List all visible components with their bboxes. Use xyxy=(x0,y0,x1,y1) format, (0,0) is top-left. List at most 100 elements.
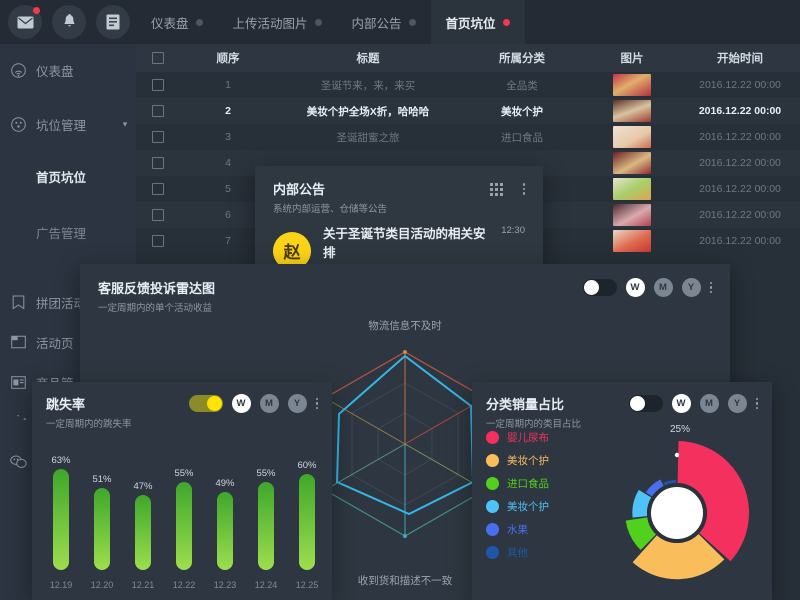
range-button-m[interactable]: M xyxy=(259,394,279,413)
row-checkbox[interactable] xyxy=(136,209,180,221)
bar-column: 60% xyxy=(292,460,322,570)
mail-icon-button[interactable] xyxy=(8,5,42,39)
pie-callout-marker xyxy=(674,452,680,458)
cell-start-time: 2016.12.22 00:00 xyxy=(699,209,781,221)
radar-card-title: 客服反馈投诉雷达图 xyxy=(98,281,216,296)
tab-close-dot-icon[interactable] xyxy=(502,18,510,26)
refresh-icon xyxy=(0,414,36,430)
range-button-y[interactable]: Y xyxy=(681,278,701,297)
column-header-category: 所属分类 xyxy=(499,53,545,65)
bar[interactable] xyxy=(53,469,69,570)
bounce-card-subtitle: 一定周期内的跳失率 xyxy=(46,419,132,430)
bar-value-label: 49% xyxy=(215,478,235,489)
bar-chart: 63% 51% 47% 55% 49% 55% 60% xyxy=(46,430,322,570)
bar-column: 55% xyxy=(251,468,281,570)
bar[interactable] xyxy=(94,488,110,570)
bar-value-label: 63% xyxy=(51,455,71,466)
bar[interactable] xyxy=(135,495,151,570)
tab-upload-activity-image[interactable]: 上传活动图片 xyxy=(218,0,337,44)
row-checkbox[interactable] xyxy=(136,131,180,143)
bar-value-label: 47% xyxy=(133,481,153,492)
more-options-icon[interactable] xyxy=(709,281,712,294)
document-icon-button[interactable] xyxy=(96,5,130,39)
tab-internal-announcement[interactable]: 内部公告 xyxy=(337,0,431,44)
table-row[interactable]: 1 圣诞节来，来，来买 全品类 2016.12.22 00:00 xyxy=(136,72,800,98)
bounce-toggle-switch[interactable] xyxy=(188,395,223,412)
bell-icon-button[interactable] xyxy=(52,5,86,39)
sidebar-item-label: 仪表盘 xyxy=(36,64,74,79)
more-options-icon[interactable] xyxy=(755,397,758,410)
more-options-icon[interactable] xyxy=(315,397,318,410)
range-button-m[interactable]: M xyxy=(653,278,673,297)
bar-x-label: 12.24 xyxy=(254,580,278,590)
mail-icon xyxy=(17,16,33,28)
legend-item[interactable]: 美妆个护 xyxy=(486,453,549,468)
sidebar-item-label: 首页坑位 xyxy=(36,170,87,185)
bar-column: 49% xyxy=(210,478,240,570)
bookmark-icon xyxy=(0,295,36,310)
column-header-image: 图片 xyxy=(620,53,644,65)
range-button-w[interactable]: W xyxy=(671,394,691,413)
table-row[interactable]: 2 美妆个护全场X折，哈哈哈 美妆个护 2016.12.22 00:00 xyxy=(136,98,800,124)
legend-item[interactable]: 婴儿尿布 xyxy=(486,430,549,445)
row-checkbox[interactable] xyxy=(136,105,180,117)
row-checkbox[interactable] xyxy=(136,235,180,247)
legend-item[interactable]: 水果 xyxy=(486,522,549,537)
table-row[interactable]: 3 圣诞甜蜜之旅 进口食品 2016.12.22 00:00 xyxy=(136,124,800,150)
sidebar-item-ad-management[interactable]: 广告管理 xyxy=(0,212,136,252)
legend-item[interactable]: 进口食品 xyxy=(486,476,549,491)
cell-image xyxy=(584,204,680,226)
legend-item[interactable]: 美妆个护 xyxy=(486,499,549,514)
cell-start-time: 2016.12.22 00:00 xyxy=(699,235,781,247)
range-button-w[interactable]: W xyxy=(231,394,251,413)
row-checkbox[interactable] xyxy=(136,157,180,169)
tab-close-dot-icon[interactable] xyxy=(314,18,322,26)
internal-announcement-card: 内部公告 系统内部运营、仓储等公告 赵 关于圣诞节类目活动的相关安排 关于本次圣… xyxy=(255,166,543,278)
pie-card-subtitle: 一定周期内的类目占比 xyxy=(486,419,582,430)
bar-x-label: 12.23 xyxy=(213,580,237,590)
select-all-checkbox[interactable] xyxy=(136,52,180,64)
column-header-order: 顺序 xyxy=(216,53,240,65)
tab-bar: 仪表盘 上传活动图片 内部公告 首页坑位 xyxy=(136,0,525,44)
row-checkbox[interactable] xyxy=(136,183,180,195)
cell-order: 3 xyxy=(225,131,231,143)
range-button-y[interactable]: Y xyxy=(287,394,307,413)
bar[interactable] xyxy=(299,474,315,570)
more-options-icon[interactable] xyxy=(522,183,525,195)
tab-close-dot-icon[interactable] xyxy=(408,18,416,26)
tab-label: 上传活动图片 xyxy=(232,16,308,31)
tab-dashboard[interactable]: 仪表盘 xyxy=(136,0,218,44)
legend-item[interactable]: 其他 xyxy=(486,545,549,560)
bar-column: 55% xyxy=(169,468,199,570)
tab-homepage-slot[interactable]: 首页坑位 xyxy=(430,0,525,44)
legend-color-dot xyxy=(486,431,499,444)
row-thumbnail xyxy=(613,230,651,252)
tab-close-dot-icon[interactable] xyxy=(195,18,203,26)
pie-toggle-switch[interactable] xyxy=(628,395,663,412)
sidebar-item-dashboard[interactable]: 仪表盘 xyxy=(0,50,136,90)
row-checkbox[interactable] xyxy=(136,79,180,91)
announcement-title: 内部公告 xyxy=(273,182,326,197)
radar-toggle-switch[interactable] xyxy=(582,279,617,296)
bar[interactable] xyxy=(258,482,274,570)
range-button-m[interactable]: M xyxy=(699,394,719,413)
legend-color-dot xyxy=(486,500,499,513)
column-header-start-time: 开始时间 xyxy=(717,53,763,65)
sidebar-item-slot-management[interactable]: 坑位管理 ▾ xyxy=(0,104,136,144)
top-icon-buttons xyxy=(8,5,130,39)
legend-label: 其他 xyxy=(507,547,528,559)
sidebar-item-homepage-slot[interactable]: 首页坑位 xyxy=(0,156,136,196)
row-thumbnail xyxy=(613,100,651,122)
bar-column: 47% xyxy=(128,481,158,570)
tab-label: 内部公告 xyxy=(351,16,402,31)
bar[interactable] xyxy=(217,492,233,570)
grid-menu-icon[interactable] xyxy=(490,183,503,196)
range-button-w[interactable]: W xyxy=(625,278,645,297)
bar[interactable] xyxy=(176,482,192,570)
bar-x-label: 12.20 xyxy=(90,580,114,590)
category-sales-pie-card: 分类销量占比 一定周期内的类目占比 W M Y 婴儿尿布 美妆个护 进口食品 美妆个护… xyxy=(472,382,772,600)
cell-title: 美妆个护全场X折，哈哈哈 xyxy=(306,105,430,118)
radar-axis-label-top: 物流信息不及时 xyxy=(368,320,442,332)
chevron-down-icon[interactable]: ▾ xyxy=(114,119,136,130)
range-button-y[interactable]: Y xyxy=(727,394,747,413)
